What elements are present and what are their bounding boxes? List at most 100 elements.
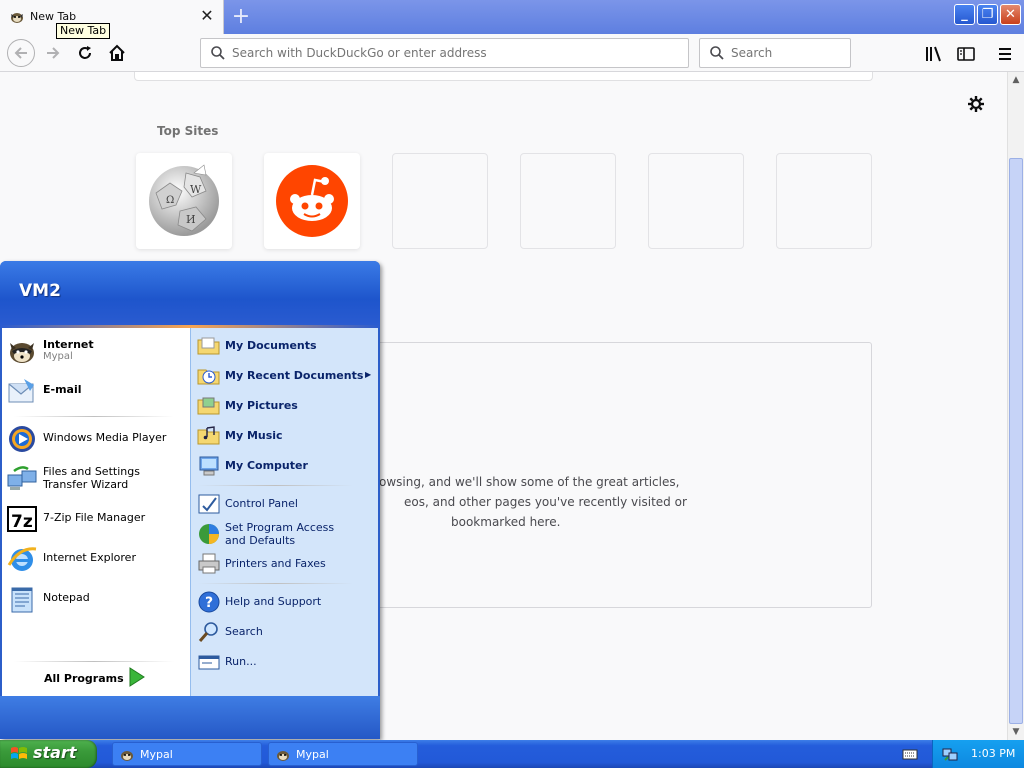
place-my-music[interactable]: My Music xyxy=(195,423,375,449)
place-recent-documents[interactable]: My Recent Documents ▶ xyxy=(195,363,375,389)
taskbar-button-label: Mypal xyxy=(140,748,173,761)
place-label: Set Program Access and Defaults xyxy=(225,521,335,547)
recent-label: 7-Zip File Manager xyxy=(43,511,146,524)
close-tab-icon[interactable]: ✕ xyxy=(198,7,216,25)
place-label: My Documents xyxy=(225,339,317,352)
taskbar-button[interactable]: Mypal xyxy=(268,742,418,766)
email-icon xyxy=(8,379,34,403)
tab-strip: New Tab ✕ + New Tab _ ❐ ✕ xyxy=(0,0,1024,39)
place-label: Run... xyxy=(225,655,257,668)
place-label: Search xyxy=(225,625,263,638)
close-window-button[interactable]: ✕ xyxy=(1000,4,1021,25)
topsite-wikipedia[interactable]: Ω W И xyxy=(136,153,232,249)
topsite-empty[interactable] xyxy=(776,153,872,249)
place-help-support[interactable]: ? Help and Support xyxy=(195,589,375,615)
sidebar-button[interactable] xyxy=(954,42,978,66)
reload-icon xyxy=(79,46,91,59)
place-run[interactable]: Run... xyxy=(195,649,375,675)
tooltip: New Tab xyxy=(56,23,111,39)
separator xyxy=(14,416,174,417)
windows-logo-icon xyxy=(11,747,27,759)
topsite-empty[interactable] xyxy=(520,153,616,249)
new-tab-button[interactable]: + xyxy=(228,3,254,31)
sidebar-icon xyxy=(957,47,975,61)
reddit-alien-icon xyxy=(276,165,348,237)
pinned-email[interactable]: E-mail xyxy=(6,373,184,409)
run-icon xyxy=(198,655,220,670)
svg-text:И: И xyxy=(186,213,196,226)
wikipedia-globe-icon: Ω W И xyxy=(149,164,219,236)
start-menu-header: VM2 xyxy=(0,261,380,325)
restore-button[interactable]: ❐ xyxy=(977,4,998,25)
reload-button[interactable] xyxy=(72,41,98,67)
scrollbar-thumb[interactable] xyxy=(1009,158,1023,724)
search-input[interactable] xyxy=(731,43,841,63)
place-label: Printers and Faxes xyxy=(225,557,326,570)
place-my-documents[interactable]: My Documents xyxy=(195,333,375,359)
control-panel-icon xyxy=(198,494,220,514)
keyboard-icon[interactable] xyxy=(902,746,918,762)
recent-label: Internet Explorer xyxy=(43,551,136,564)
place-my-computer[interactable]: My Computer xyxy=(195,453,375,479)
place-search[interactable]: Search xyxy=(195,619,375,645)
settings-gear-icon[interactable] xyxy=(966,94,986,114)
highlights-line: owsing, and we'll show some of the great… xyxy=(379,475,680,489)
address-input[interactable] xyxy=(232,43,672,63)
svg-text:Ω: Ω xyxy=(166,195,174,206)
place-program-access[interactable]: Set Program Access and Defaults xyxy=(195,521,375,553)
scroll-down-arrow-icon[interactable]: ▼ xyxy=(1008,724,1024,740)
place-control-panel[interactable]: Control Panel xyxy=(195,491,375,517)
back-button[interactable] xyxy=(7,39,35,67)
navigation-toolbar xyxy=(0,34,1024,72)
mypal-icon xyxy=(121,751,133,761)
home-button[interactable] xyxy=(104,41,130,67)
recent-internet-explorer[interactable]: Internet Explorer xyxy=(6,541,184,577)
topsite-empty[interactable] xyxy=(648,153,744,249)
vertical-scrollbar[interactable]: ▲ ▼ xyxy=(1007,72,1024,740)
all-programs-button[interactable]: All Programs xyxy=(44,672,124,685)
tab-title: New Tab xyxy=(30,10,77,23)
recent-media-player[interactable]: Windows Media Player xyxy=(6,421,184,457)
search-icon xyxy=(198,622,218,642)
arrow-left-icon xyxy=(14,47,27,59)
place-printers[interactable]: Printers and Faxes xyxy=(195,551,375,577)
green-arrow-icon[interactable] xyxy=(128,667,146,687)
forward-button[interactable] xyxy=(40,41,66,67)
start-menu: VM2 Internet Mypal E-mail Windows Media … xyxy=(0,261,380,739)
scroll-up-arrow-icon[interactable]: ▲ xyxy=(1008,72,1024,88)
home-icon xyxy=(109,44,125,61)
taskbar-button[interactable]: Mypal xyxy=(112,742,262,766)
system-tray: 1:03 PM xyxy=(932,740,1024,768)
printer-icon xyxy=(198,553,220,574)
tab-new-tab[interactable]: New Tab ✕ xyxy=(0,0,224,34)
place-label: My Music xyxy=(225,429,283,442)
pinned-internet[interactable]: Internet Mypal xyxy=(6,333,184,369)
library-button[interactable] xyxy=(922,42,946,66)
recent-7zip[interactable]: 7z 7-Zip File Manager xyxy=(6,501,184,537)
network-icon[interactable] xyxy=(942,746,958,762)
transfer-wizard-icon xyxy=(7,466,37,490)
topsite-empty[interactable] xyxy=(392,153,488,249)
clock[interactable]: 1:03 PM xyxy=(971,747,1015,760)
svg-text:7z: 7z xyxy=(11,512,33,532)
recent-transfer-wizard[interactable]: Files and Settings Transfer Wizard xyxy=(6,461,184,497)
recent-notepad[interactable]: Notepad xyxy=(6,581,184,617)
separator xyxy=(198,583,353,584)
taskbar-button-label: Mypal xyxy=(296,748,329,761)
taskbar: start Mypal Mypal 1:03 PM xyxy=(0,740,1024,768)
computer-icon xyxy=(199,456,219,476)
start-button[interactable]: start xyxy=(0,740,97,768)
mypal-icon xyxy=(277,751,289,761)
topsite-reddit[interactable] xyxy=(264,153,360,249)
library-icon xyxy=(926,46,941,62)
place-label: Control Panel xyxy=(225,497,298,510)
ie-icon xyxy=(7,547,37,571)
help-icon: ? xyxy=(198,591,220,613)
place-my-pictures[interactable]: My Pictures xyxy=(195,393,375,419)
folder-docs-icon xyxy=(197,337,220,355)
address-bar[interactable] xyxy=(200,38,689,68)
hamburger-menu-button[interactable] xyxy=(993,42,1017,66)
highlights-line: bookmarked here. xyxy=(451,515,561,529)
search-bar[interactable] xyxy=(699,38,851,68)
minimize-button[interactable]: _ xyxy=(954,4,975,25)
